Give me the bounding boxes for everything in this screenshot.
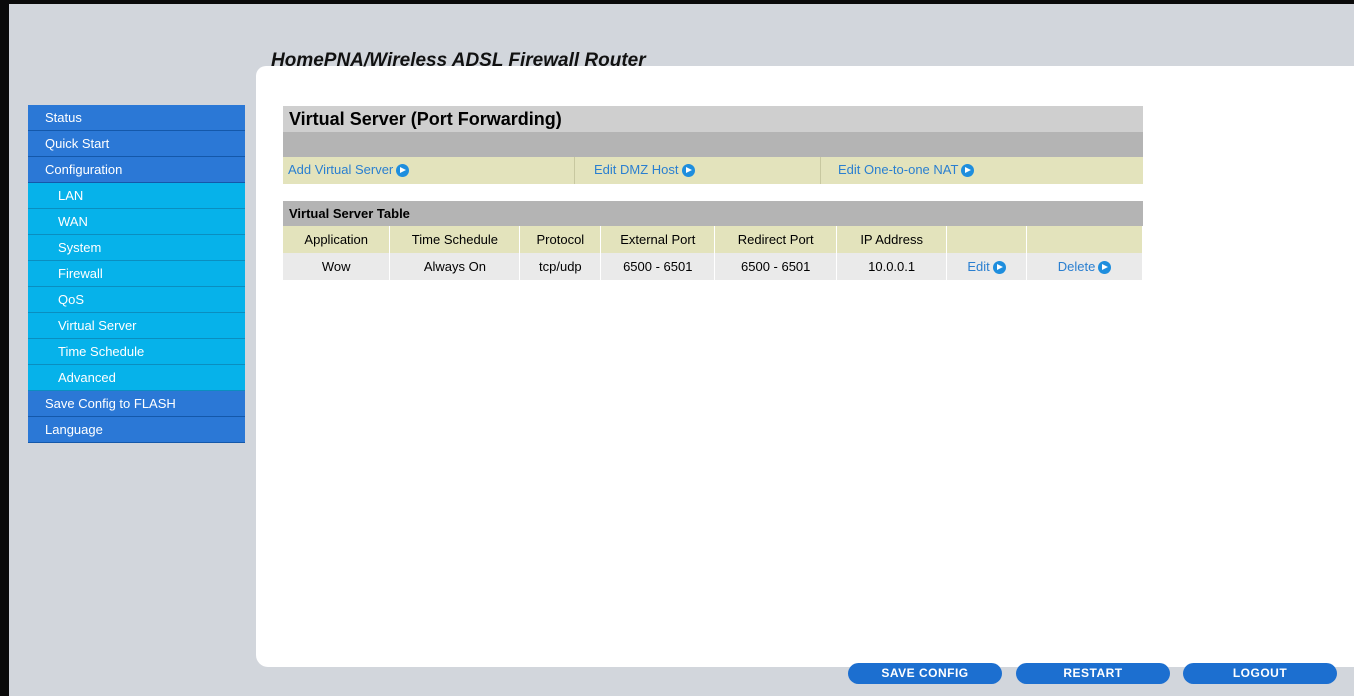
column-header-protocol: Protocol — [519, 226, 602, 253]
add-virtual-server-label: Add Virtual Server — [288, 162, 394, 177]
go-arrow-icon — [396, 164, 410, 177]
app-title: HomePNA/Wireless ADSL Firewall Router — [271, 50, 646, 71]
sidebar-item-advanced[interactable]: Advanced — [28, 365, 245, 391]
table-header-row: Application Time Schedule Protocol Exter… — [283, 226, 1143, 253]
column-header-external-port: External Port — [600, 226, 716, 253]
sidebar-item-save-config-flash[interactable]: Save Config to FLASH — [28, 391, 245, 417]
cell-time-schedule: Always On — [389, 253, 521, 280]
go-arrow-icon — [992, 261, 1006, 274]
delete-entry-link[interactable]: Delete — [1026, 253, 1143, 280]
column-header-redirect-port: Redirect Port — [714, 226, 838, 253]
sidebar-item-firewall[interactable]: Firewall — [28, 261, 245, 287]
sidebar-item-configuration[interactable]: Configuration — [28, 157, 245, 183]
sidebar-item-wan[interactable]: WAN — [28, 209, 245, 235]
edit-one-to-one-nat-link[interactable]: Edit One-to-one NAT — [838, 162, 975, 177]
cell-external-port: 6500 - 6501 — [600, 253, 716, 280]
edit-dmz-host-label: Edit DMZ Host — [594, 162, 679, 177]
action-bar: Add Virtual Server Edit DMZ Host Edit On… — [283, 157, 1143, 184]
edit-entry-label: Edit — [967, 259, 990, 274]
sidebar-item-language[interactable]: Language — [28, 417, 245, 443]
column-header-delete — [1026, 226, 1143, 253]
sidebar-item-virtual-server[interactable]: Virtual Server — [28, 313, 245, 339]
add-virtual-server-link[interactable]: Add Virtual Server — [288, 162, 410, 177]
sidebar-item-status[interactable]: Status — [28, 105, 245, 131]
logout-button[interactable]: LOGOUT — [1183, 663, 1337, 684]
action-cell-nat: Edit One-to-one NAT — [821, 157, 1143, 184]
page-title: Virtual Server (Port Forwarding) — [283, 106, 1143, 132]
cell-redirect-port: 6500 - 6501 — [714, 253, 838, 280]
cell-application: Wow — [283, 253, 391, 280]
virtual-server-table-title: Virtual Server Table — [283, 201, 1143, 226]
go-arrow-icon — [1098, 261, 1112, 274]
column-header-application: Application — [283, 226, 391, 253]
column-header-ip-address: IP Address — [836, 226, 948, 253]
sidebar-item-quick-start[interactable]: Quick Start — [28, 131, 245, 157]
heading-divider-band — [283, 132, 1143, 157]
cell-protocol: tcp/udp — [519, 253, 602, 280]
action-cell-dmz: Edit DMZ Host — [575, 157, 821, 184]
column-header-time-schedule: Time Schedule — [389, 226, 521, 253]
edit-dmz-host-link[interactable]: Edit DMZ Host — [594, 162, 695, 177]
sidebar: Status Quick Start Configuration LAN WAN… — [28, 105, 245, 443]
sidebar-item-system[interactable]: System — [28, 235, 245, 261]
sidebar-item-lan[interactable]: LAN — [28, 183, 245, 209]
sidebar-item-qos[interactable]: QoS — [28, 287, 245, 313]
delete-entry-label: Delete — [1057, 259, 1096, 274]
action-cell-add: Add Virtual Server — [283, 157, 575, 184]
save-config-button[interactable]: SAVE CONFIG — [848, 663, 1002, 684]
go-arrow-icon — [961, 164, 975, 177]
table-row: Wow Always On tcp/udp 6500 - 6501 6500 -… — [283, 253, 1143, 280]
edit-entry-link[interactable]: Edit — [946, 253, 1028, 280]
edit-one-to-one-nat-label: Edit One-to-one NAT — [838, 162, 959, 177]
restart-button[interactable]: RESTART — [1016, 663, 1170, 684]
cell-ip-address: 10.0.0.1 — [836, 253, 948, 280]
go-arrow-icon — [681, 164, 695, 177]
column-header-edit — [946, 226, 1028, 253]
sidebar-item-time-schedule[interactable]: Time Schedule — [28, 339, 245, 365]
virtual-server-table: Application Time Schedule Protocol Exter… — [283, 226, 1143, 280]
